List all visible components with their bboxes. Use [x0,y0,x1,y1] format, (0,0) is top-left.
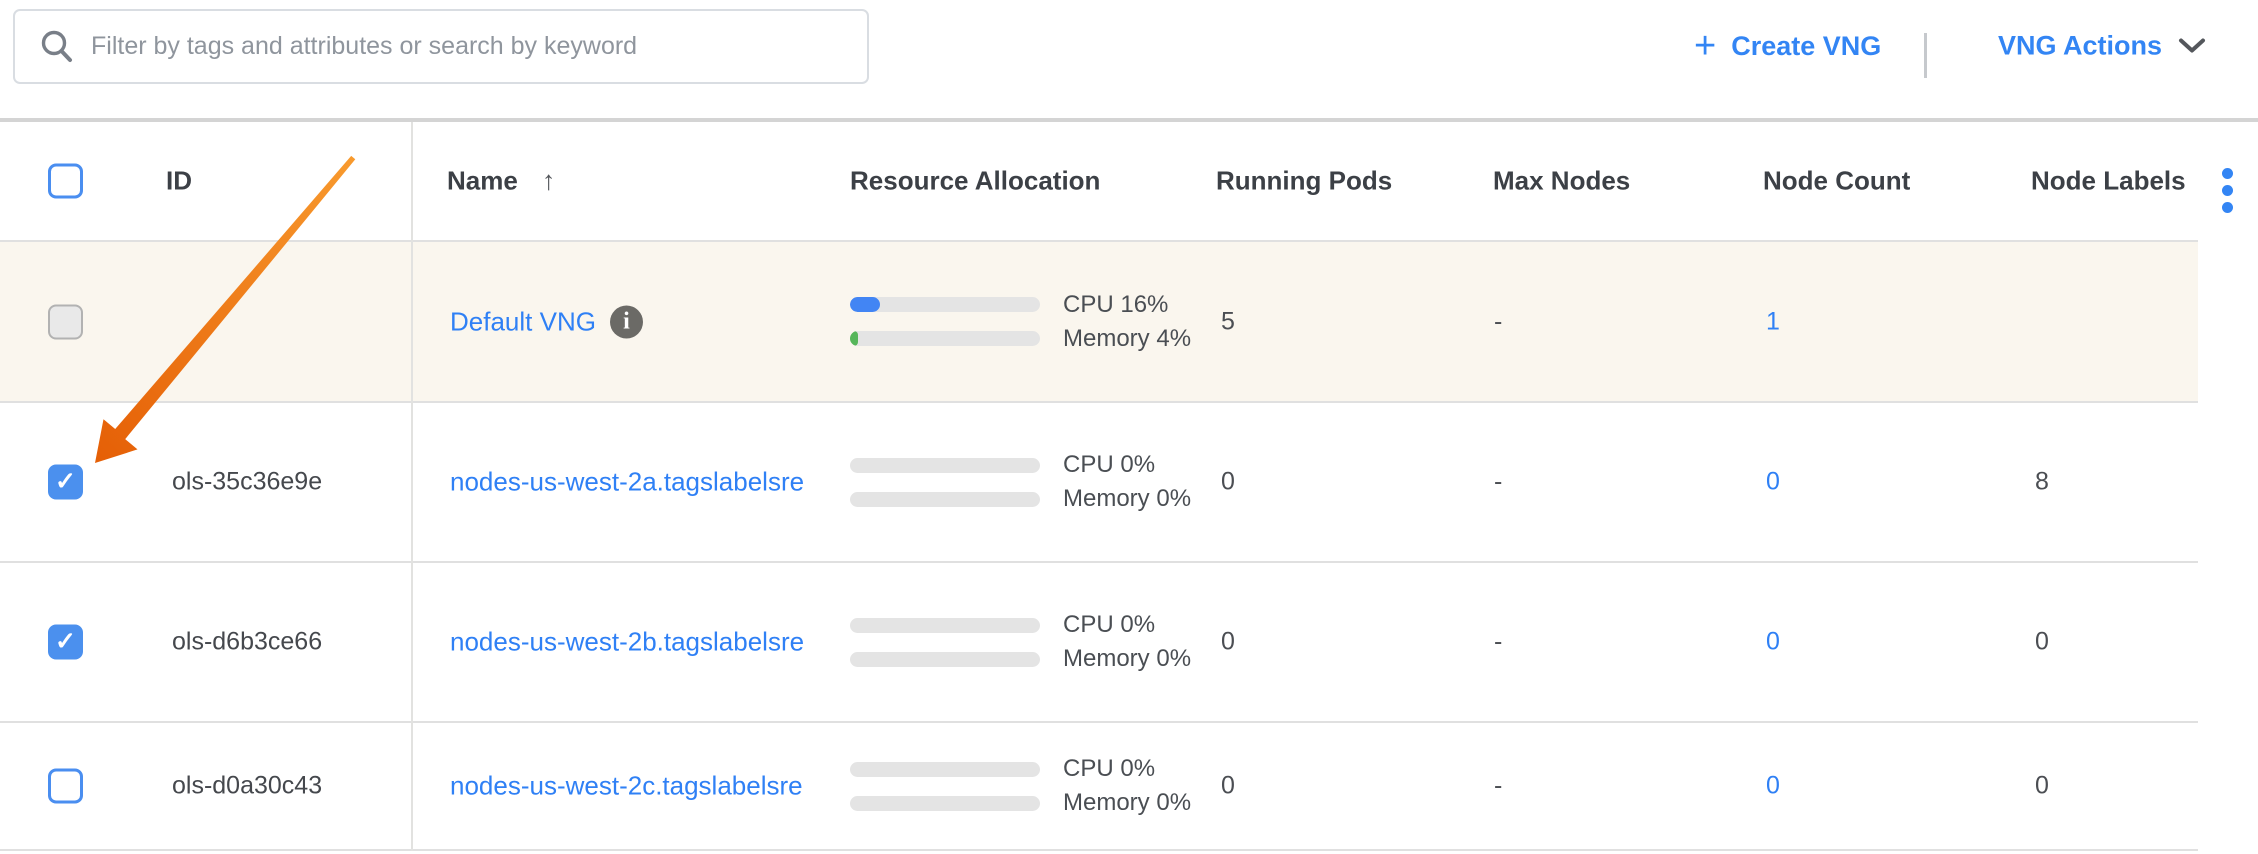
row-checkbox[interactable] [48,769,83,804]
vng-table-page: + Create VNG VNG Actions ID Name ↑ Resou… [0,0,2258,854]
create-vng-label: Create VNG [1731,31,1881,62]
cpu-label: CPU 0% [1063,755,1155,783]
memory-bar-fill [850,331,858,346]
running-pods-value: 5 [1221,307,1235,336]
cpu-bar [850,297,1040,312]
resource-allocation: CPU 0% Memory 0% [850,755,1191,817]
memory-label: Memory 0% [1063,789,1191,817]
table-row: ✓ ols-35c36e9e nodes-us-west-2a.tagslabe… [0,403,2198,561]
column-header-id: ID [166,166,192,197]
plus-icon: + [1694,27,1716,65]
node-labels-value: 8 [2035,468,2049,497]
row-name: nodes-us-west-2a.tagslabelsre [450,467,804,498]
node-count-link[interactable]: 0 [1766,468,1780,497]
node-count-link[interactable]: 0 [1766,628,1780,657]
column-header-node-labels: Node Labels [2031,166,2186,197]
column-header-running-pods: Running Pods [1216,166,1392,197]
running-pods-value: 0 [1221,628,1235,657]
column-header-resource-allocation: Resource Allocation [850,166,1100,197]
row-name-link[interactable]: nodes-us-west-2a.tagslabelsre [450,467,804,498]
max-nodes-value: - [1494,307,1502,336]
node-labels-value: 0 [2035,628,2049,657]
cpu-bar-fill [850,297,880,312]
memory-label: Memory 0% [1063,485,1191,513]
filter-search-box[interactable] [13,9,869,84]
max-nodes-value: - [1494,468,1502,497]
max-nodes-value: - [1494,628,1502,657]
memory-label: Memory 4% [1063,325,1191,353]
row-name-link[interactable]: Default VNG [450,306,596,337]
cpu-bar [850,458,1040,473]
select-all-checkbox[interactable] [48,164,83,199]
vng-actions-label: VNG Actions [1998,31,2162,62]
search-icon [39,29,75,65]
node-labels-value: 0 [2035,772,2049,801]
vng-actions-button[interactable]: VNG Actions [1998,31,2206,62]
row-name: Default VNG i [450,305,643,338]
cpu-label: CPU 0% [1063,611,1155,639]
column-header-max-nodes: Max Nodes [1493,166,1630,197]
row-border [0,721,2198,723]
memory-label: Memory 0% [1063,645,1191,673]
node-count-link[interactable]: 1 [1766,307,1780,336]
running-pods-value: 0 [1221,772,1235,801]
memory-bar [850,492,1040,507]
row-border [0,849,2198,851]
row-name-link[interactable]: nodes-us-west-2b.tagslabelsre [450,627,804,658]
sort-ascending-icon[interactable]: ↑ [542,166,556,197]
max-nodes-value: - [1494,772,1502,801]
row-checkbox[interactable] [48,304,83,339]
id-name-column-divider [411,122,413,851]
row-name: nodes-us-west-2b.tagslabelsre [450,627,804,658]
row-border [0,401,2198,403]
row-checkbox[interactable]: ✓ [48,465,83,500]
search-input[interactable] [91,17,867,77]
table-row: ✓ ols-d6b3ce66 nodes-us-west-2b.tagslabe… [0,563,2198,721]
resource-allocation: CPU 0% Memory 0% [850,451,1191,513]
row-checkbox[interactable]: ✓ [48,625,83,660]
row-border [0,561,2198,563]
table-header: ID Name ↑ Resource Allocation Running Po… [0,122,2258,240]
row-name: nodes-us-west-2c.tagslabelsre [450,771,803,802]
row-name-link[interactable]: nodes-us-west-2c.tagslabelsre [450,771,803,802]
column-options-kebab-icon[interactable] [2222,168,2234,219]
table-row: ols-d0a30c43 nodes-us-west-2c.tagslabels… [0,723,2198,849]
toolbar-divider [1924,33,1927,78]
table-row: Default VNG i CPU 16% Memory 4% 5 - 1 [0,242,2198,401]
create-vng-button[interactable]: + Create VNG [1694,27,1881,65]
row-border [0,240,2198,242]
column-header-name[interactable]: Name [447,166,518,197]
running-pods-value: 0 [1221,468,1235,497]
chevron-down-icon [2178,38,2206,55]
node-count-link[interactable]: 0 [1766,772,1780,801]
cpu-bar [850,762,1040,777]
column-header-node-count: Node Count [1763,166,1910,197]
memory-bar [850,652,1040,667]
cpu-label: CPU 16% [1063,291,1168,319]
memory-bar [850,796,1040,811]
resource-allocation: CPU 0% Memory 0% [850,611,1191,673]
resource-allocation: CPU 16% Memory 4% [850,291,1191,353]
cpu-bar [850,618,1040,633]
row-id: ols-d6b3ce66 [172,628,322,657]
info-icon[interactable]: i [610,305,643,338]
row-id: ols-35c36e9e [172,468,322,497]
row-id: ols-d0a30c43 [172,772,322,801]
memory-bar [850,331,1040,346]
cpu-label: CPU 0% [1063,451,1155,479]
